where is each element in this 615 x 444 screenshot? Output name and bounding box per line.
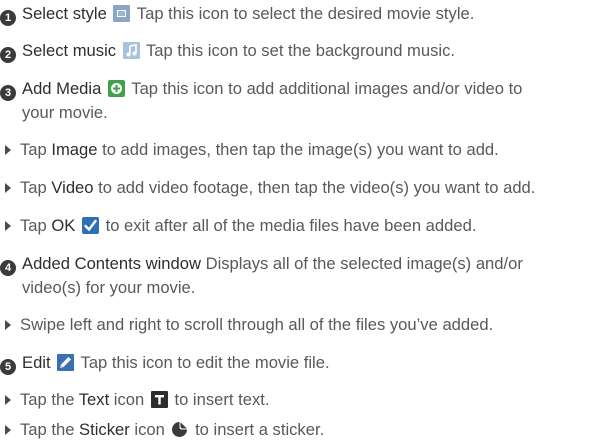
step-description: Displays all of the selected image(s) an…: [205, 254, 523, 273]
step-select-music: 2 Select music Tap this icon to set the b…: [0, 39, 612, 63]
step-description-continued: video(s) for your movie.: [22, 278, 196, 297]
sub-step-keyword: Sticker: [79, 420, 130, 439]
text-t-icon: [150, 391, 168, 408]
sub-step-keyword: Text: [78, 390, 110, 409]
sub-step-text: Tap: [20, 178, 52, 197]
step-number: 4: [0, 260, 16, 276]
sub-step-image: Tap Image to add images, then tap the im…: [0, 138, 612, 161]
sub-step-text: Tap: [20, 140, 52, 159]
step-description: Tap this icon to set the background musi…: [146, 41, 455, 60]
step-title: Select style: [22, 4, 107, 23]
sub-step-text: Tap the: [20, 390, 79, 409]
sub-step-swipe: Swipe left and right to scroll through a…: [0, 313, 612, 336]
step-title: Select music: [22, 41, 117, 60]
sub-step-keyword: Image: [51, 140, 98, 159]
sub-step-text: Tap the: [20, 420, 80, 439]
sub-step-text: Tap: [20, 216, 52, 235]
step-title: Add Media: [22, 79, 102, 98]
step-number: 2: [0, 47, 16, 63]
step-description: Tap this icon to select the desired movi…: [136, 4, 475, 23]
sticker-icon: [171, 421, 188, 438]
add-media-icon: [107, 80, 125, 97]
sub-step-text: to add video footage, then tap the video…: [93, 178, 536, 197]
bullet-icon: [5, 145, 11, 155]
step-title: Edit: [22, 353, 51, 372]
bullet-icon: [5, 425, 11, 435]
sub-step-ok: Tap OK to exit after all of the media fi…: [0, 214, 612, 237]
step-added-contents: 4 Added Contents window Displays all of t…: [0, 252, 612, 299]
sub-step-text-icon: Tap the Text icon to insert text.: [0, 388, 612, 411]
music-note-icon: [122, 42, 140, 59]
bullet-icon: [5, 395, 11, 405]
step-description: Tap this icon to add additional images a…: [131, 79, 523, 98]
step-add-media: 3 Add Media Tap this icon to add addition…: [0, 77, 612, 124]
instruction-list: 1 Select style Tap this icon to select th…: [0, 0, 615, 439]
step-number: 5: [0, 359, 16, 375]
sub-step-text: icon: [109, 390, 145, 409]
step-number: 1: [0, 10, 16, 26]
movie-style-icon: [113, 5, 131, 22]
bullet-icon: [5, 320, 11, 330]
bullet-icon: [5, 183, 11, 193]
checkmark-icon: [81, 217, 99, 234]
step-description: Tap this icon to edit the movie file.: [80, 353, 330, 372]
sub-step-text: to add images, then tap the image(s) you…: [97, 140, 499, 159]
step-description-continued: your movie.: [22, 103, 108, 122]
sub-step-text: to insert a sticker.: [190, 420, 325, 439]
sub-step-video: Tap Video to add video footage, then tap…: [0, 176, 612, 199]
sub-step-keyword: Video: [51, 178, 94, 197]
sub-step-text: Swipe left and right to scroll through a…: [20, 315, 494, 334]
bullet-icon: [5, 221, 11, 231]
sub-step-text: icon: [129, 420, 165, 439]
step-title: Added Contents window: [22, 254, 201, 273]
sub-step-text: to exit after all of the media files hav…: [100, 216, 477, 235]
pencil-edit-icon: [57, 354, 75, 371]
step-number: 3: [0, 85, 16, 101]
step-select-style: 1 Select style Tap this icon to select th…: [0, 2, 612, 26]
sub-step-text: to insert text.: [169, 390, 270, 409]
sub-step-keyword: OK: [51, 216, 76, 235]
step-edit: 5 Edit Tap this icon to edit the movie fi…: [0, 351, 612, 375]
